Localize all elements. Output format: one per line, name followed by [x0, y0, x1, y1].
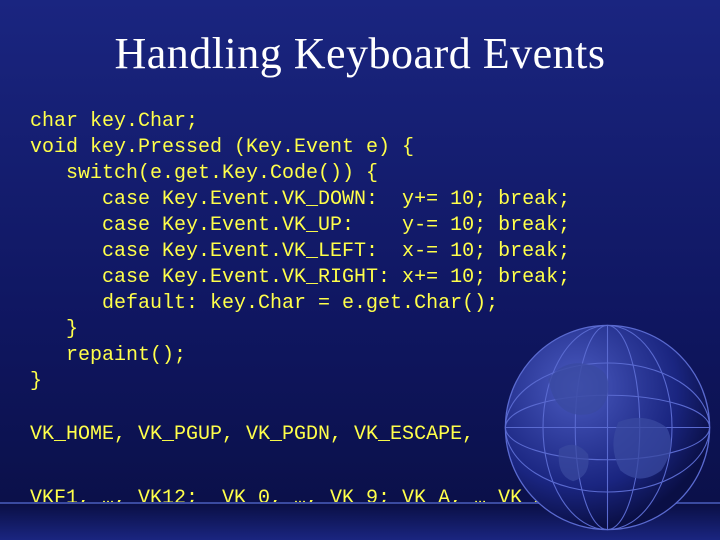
slide: Handling Keyboard Events char key.Char; …	[0, 0, 720, 540]
footer-band	[0, 502, 720, 540]
code-block: char key.Char; void key.Pressed (Key.Eve…	[30, 109, 680, 395]
slide-title: Handling Keyboard Events	[40, 28, 680, 79]
constants-block: VK_HOME, VK_PGUP, VK_PGDN, VK_ESCAPE, VK…	[30, 419, 680, 515]
